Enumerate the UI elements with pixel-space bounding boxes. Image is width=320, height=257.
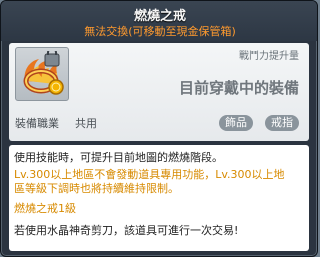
power-increase-label: 戰鬥力提升量: [239, 51, 299, 62]
description-panel: 使用技能時，可提升目前地圖的燃燒階段。 Lv.300以上地區不會發動道具專用功能…: [9, 145, 309, 251]
job-value: 共用: [75, 117, 97, 130]
set-name: 燃燒之戒1級: [14, 202, 76, 215]
item-info-panel: 戰鬥力提升量 目前穿戴中的裝備 裝備職業 共用 飾品 戒指: [9, 43, 309, 141]
trade-notice: 無法交換(可移動至現金保管箱): [84, 25, 236, 38]
tag-ring: 戒指: [265, 115, 299, 131]
tag-accessory: 飾品: [219, 115, 253, 131]
equipped-status: 目前穿戴中的裝備: [178, 79, 299, 97]
job-label: 裝備職業: [15, 117, 59, 130]
description-line: 使用技能時，可提升目前地圖的燃燒階段。: [14, 151, 223, 164]
item-icon-frame: [15, 47, 69, 101]
trade-scissors-note: 若使用水晶神奇剪刀，該道具可進行一次交易!: [14, 224, 239, 237]
restriction-line-continued: 區等級下調時也將持續維持限制。: [14, 182, 179, 195]
flame-ring-icon: [23, 51, 64, 95]
item-name: 燃燒之戒: [133, 9, 186, 24]
item-tooltip: 燃燒之戒 無法交換(可移動至現金保管箱) 戰鬥力提升量 目前穿戴中的裝備 裝備職…: [0, 0, 318, 257]
